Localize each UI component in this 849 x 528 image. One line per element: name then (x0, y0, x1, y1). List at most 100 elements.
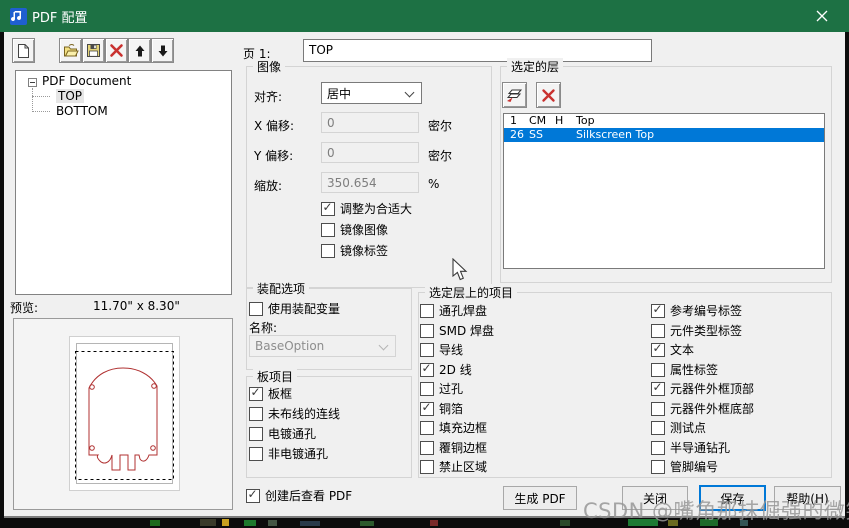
page-name-input[interactable]: TOP (303, 39, 652, 62)
tree-root-pdf-document[interactable]: PDF Document (42, 74, 131, 88)
checkbox-board-outline[interactable]: 板框 (249, 386, 292, 401)
layer-num: 1 (510, 114, 517, 128)
checkbox-box[interactable] (420, 363, 434, 377)
chevron-down-icon (405, 88, 415, 98)
tree-collapse-icon[interactable] (28, 78, 37, 87)
checkbox-box[interactable] (420, 460, 434, 474)
tree-connector (32, 88, 33, 112)
layers-icon (506, 87, 523, 103)
checkbox-part-type-labels[interactable]: 元件类型标签 (651, 323, 742, 338)
scale-input[interactable]: 350.654 (321, 172, 419, 193)
checkbox-box[interactable] (651, 363, 665, 377)
checkbox-box[interactable] (651, 343, 665, 357)
move-down-button[interactable] (151, 38, 174, 63)
align-select[interactable]: 居中 (321, 82, 422, 104)
checkbox-box[interactable] (321, 244, 335, 258)
add-layers-button[interactable] (502, 82, 527, 108)
open-button[interactable] (59, 38, 82, 63)
background-app-fragment (360, 521, 374, 526)
checkbox-box[interactable] (651, 421, 665, 435)
checkbox-box[interactable] (651, 304, 665, 318)
checkbox-pin-numbers[interactable]: 管脚编号 (651, 459, 718, 474)
checkbox-box[interactable] (321, 202, 335, 216)
variant-name-select[interactable]: BaseOption (249, 335, 396, 357)
save-button-toolbar[interactable] (82, 38, 105, 63)
close-dialog-button[interactable]: 关闭 (622, 486, 688, 510)
y-offset-input[interactable]: 0 (321, 142, 419, 163)
delete-page-button[interactable] (105, 38, 128, 63)
delete-x-icon (541, 88, 556, 103)
checkbox-traces[interactable]: 导线 (420, 342, 463, 357)
save-button[interactable]: 保存 (699, 485, 766, 511)
checkbox-pour-outlines[interactable]: 覆铜边框 (420, 440, 487, 455)
checkbox-copper[interactable]: 铜箔 (420, 401, 463, 416)
layer-name: Top (576, 114, 595, 128)
checkbox-fill-outlines[interactable]: 填充边框 (420, 420, 487, 435)
checkbox-attribute-labels[interactable]: 属性标签 (651, 362, 718, 377)
board-items-title: 板项目 (253, 368, 297, 385)
checkbox-half-plated-drills[interactable]: 半导通钻孔 (651, 440, 730, 455)
checkbox-box[interactable] (420, 324, 434, 338)
checkbox-box[interactable] (420, 382, 434, 396)
checkbox-box[interactable] (249, 427, 263, 441)
background-app-fragment (430, 520, 438, 526)
checkbox-ref-designator-labels[interactable]: 参考编号标签 (651, 303, 742, 318)
checkbox-through-hole-pads[interactable]: 通孔焊盘 (420, 303, 487, 318)
checkbox-box[interactable] (420, 441, 434, 455)
y-offset-label: Y 偏移: (254, 147, 293, 164)
checkbox-box[interactable] (651, 324, 665, 338)
checkbox-nonplated-holes[interactable]: 非电镀通孔 (249, 446, 328, 461)
help-button[interactable]: 帮助(H) (774, 486, 841, 510)
close-button[interactable] (803, 0, 841, 32)
checkbox-smd-pads[interactable]: SMD 焊盘 (420, 323, 494, 338)
background-app-fragment (560, 520, 570, 526)
checkbox-box[interactable] (651, 382, 665, 396)
checkbox-component-outlines-bottom[interactable]: 元器件外框底部 (651, 401, 754, 416)
checkbox-mirror-image[interactable]: 镜像图像 (321, 222, 388, 237)
checkbox-view-pdf-after-creation[interactable]: 创建后查看 PDF (246, 488, 352, 503)
checkbox-component-outlines-top[interactable]: 元器件外框顶部 (651, 381, 754, 396)
checkbox-keepout-areas[interactable]: 禁止区域 (420, 459, 487, 474)
checkbox-label: 创建后查看 PDF (265, 487, 352, 504)
checkbox-mirror-labels[interactable]: 镜像标签 (321, 243, 388, 258)
checkbox-vias[interactable]: 过孔 (420, 381, 463, 396)
checkbox-box[interactable] (249, 407, 263, 421)
layer-items-title: 选定层上的项目 (425, 284, 517, 301)
checkbox-box[interactable] (420, 304, 434, 318)
remove-layer-button[interactable] (536, 82, 561, 108)
checkbox-box[interactable] (651, 441, 665, 455)
checkbox-box[interactable] (249, 447, 263, 461)
checkbox-box[interactable] (249, 387, 263, 401)
checkbox-test-points[interactable]: 测试点 (651, 420, 706, 435)
layer-row[interactable]: 1 CM H Top (504, 114, 824, 128)
layer-num: 26 (510, 128, 524, 142)
generate-pdf-button[interactable]: 生成 PDF (503, 486, 577, 510)
x-offset-input[interactable]: 0 (321, 112, 419, 133)
checkbox-plated-holes[interactable]: 电镀通孔 (249, 426, 316, 441)
tree-item-top[interactable]: TOP (56, 89, 84, 103)
checkbox-2d-lines[interactable]: 2D 线 (420, 362, 472, 377)
checkbox-box[interactable] (420, 343, 434, 357)
checkbox-box[interactable] (651, 402, 665, 416)
checkbox-text[interactable]: 文本 (651, 342, 694, 357)
checkbox-box[interactable] (420, 421, 434, 435)
layers-list[interactable]: 1 CM H Top 26 SS Silkscreen Top (503, 113, 825, 269)
checkbox-box[interactable] (249, 302, 263, 316)
new-page-button[interactable] (12, 38, 35, 63)
checkbox-box[interactable] (321, 223, 335, 237)
checkbox-box[interactable] (651, 460, 665, 474)
checkbox-label: 覆铜边框 (439, 439, 487, 456)
screen: PDF 配置 (0, 0, 849, 528)
checkbox-fit-to-size[interactable]: 调整为合适大 (321, 201, 412, 216)
checkbox-box[interactable] (246, 489, 260, 503)
move-up-button[interactable] (128, 38, 151, 63)
checkbox-unrouted-connections[interactable]: 未布线的连线 (249, 406, 340, 421)
page-tree[interactable]: PDF Document TOP BOTTOM (15, 70, 232, 295)
layer-row-selected[interactable]: 26 SS Silkscreen Top (504, 128, 824, 142)
preview-label: 预览: (10, 299, 38, 316)
align-label: 对齐: (254, 88, 282, 105)
checkbox-use-assembly-variant[interactable]: 使用装配变量 (249, 301, 340, 316)
checkbox-box[interactable] (420, 402, 434, 416)
tree-item-bottom[interactable]: BOTTOM (56, 104, 108, 118)
background-app-fragment (200, 519, 216, 526)
